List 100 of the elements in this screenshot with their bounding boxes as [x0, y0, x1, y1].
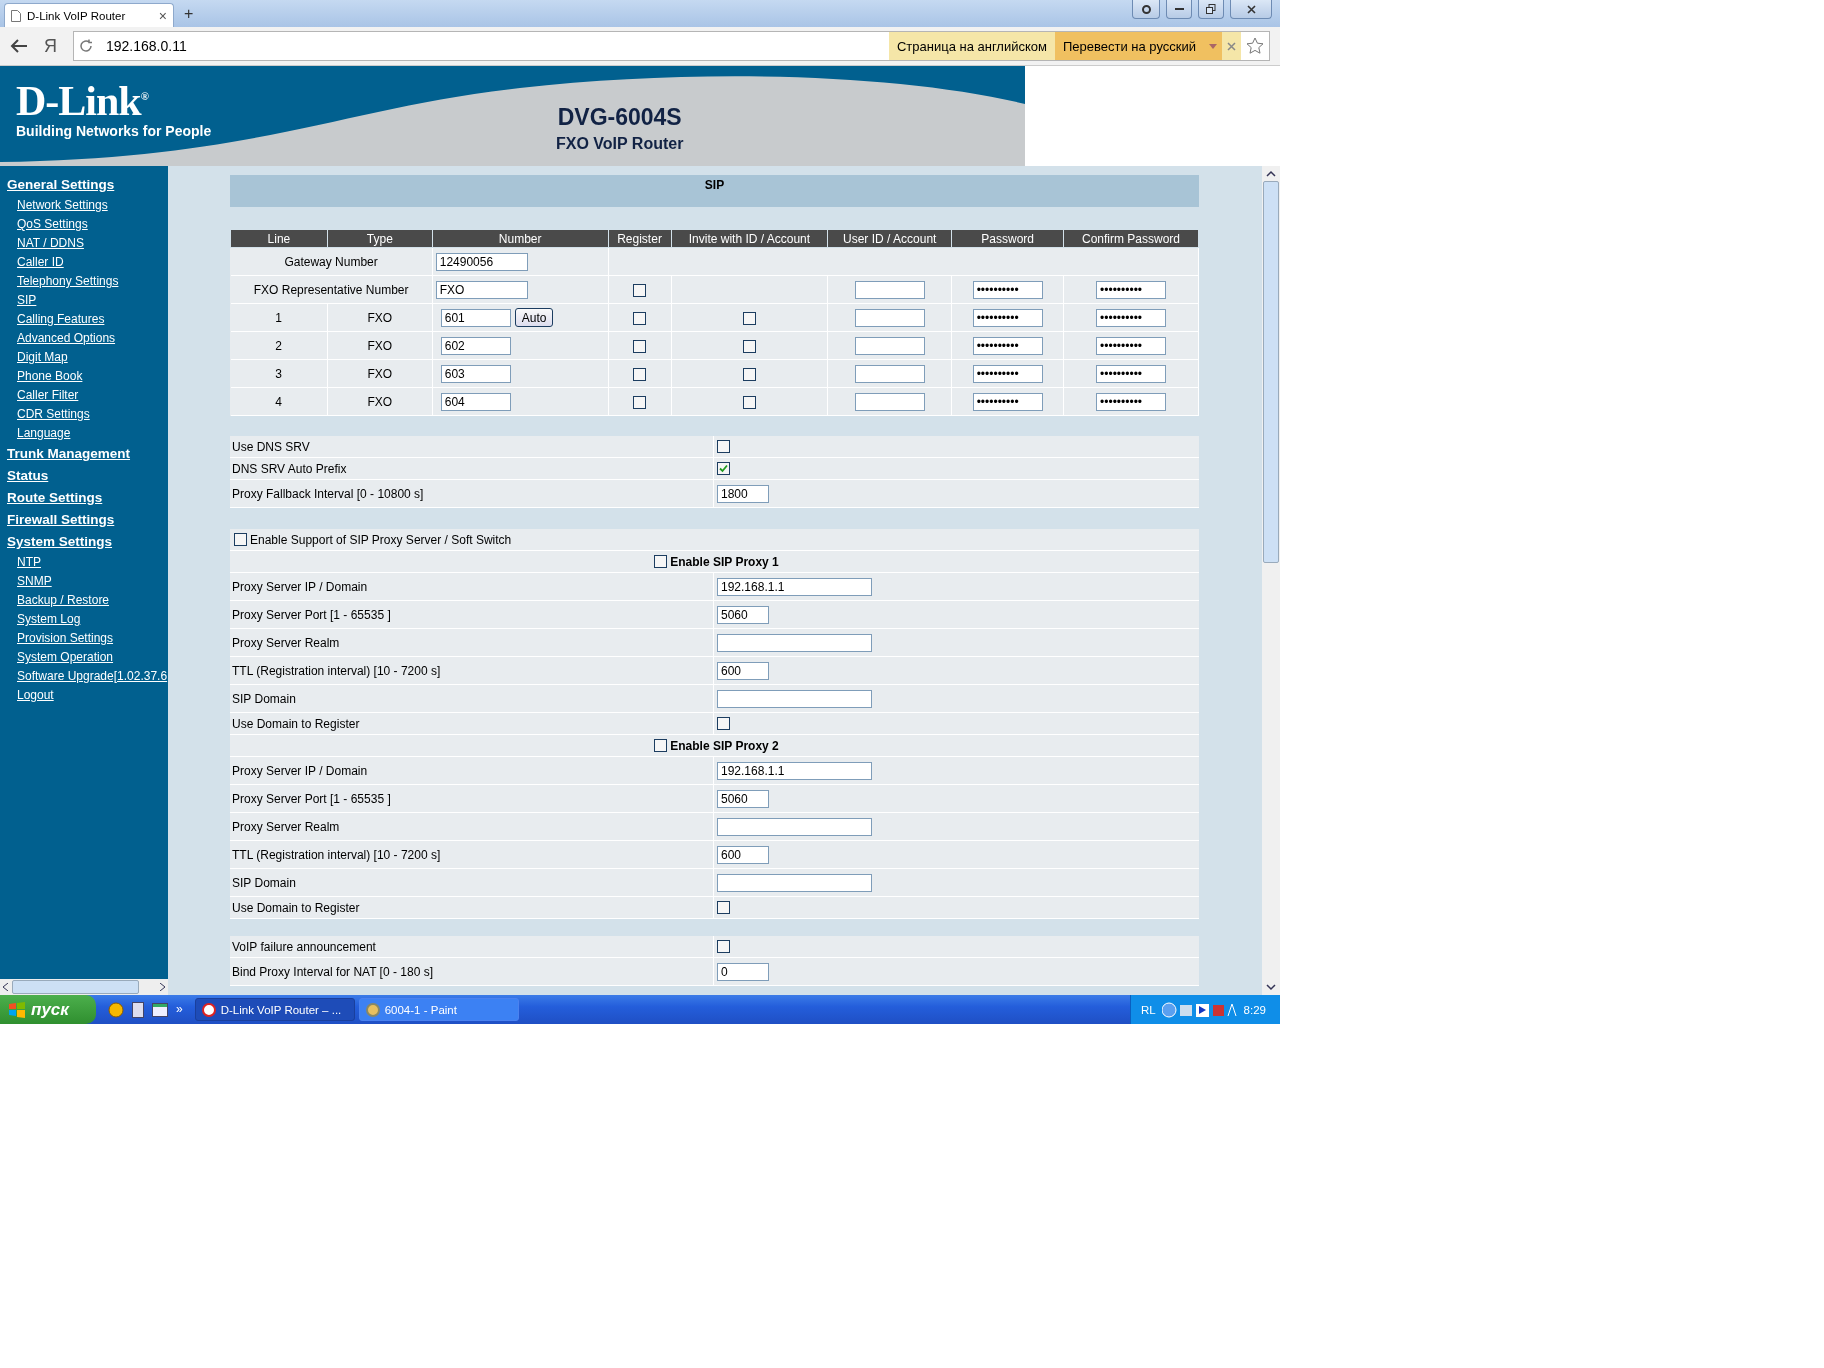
browser-tab[interactable]: D-Link VoIP Router ×: [4, 3, 174, 27]
sidebar-link[interactable]: System Log: [7, 610, 168, 629]
text-field[interactable]: ••••••••••: [972, 336, 1043, 355]
new-tab-button[interactable]: +: [174, 5, 204, 27]
sidebar-link[interactable]: Network Settings: [7, 196, 168, 215]
sidebar-link[interactable]: Phone Book: [7, 367, 168, 386]
sidebar-link[interactable]: Caller Filter: [7, 386, 168, 405]
document-icon[interactable]: [132, 1001, 144, 1018]
text-field[interactable]: 602: [440, 336, 511, 355]
text-field[interactable]: 600: [717, 661, 769, 680]
tray-icons-drawing[interactable]: [1161, 1001, 1238, 1018]
checkbox[interactable]: [742, 339, 756, 353]
text-field[interactable]: ••••••••••: [1096, 364, 1167, 383]
sidebar-link[interactable]: Provision Settings: [7, 629, 168, 648]
caret-icon[interactable]: [1204, 32, 1222, 60]
text-field[interactable]: ••••••••••: [1096, 392, 1167, 411]
sidebar-link[interactable]: CDR Settings: [7, 405, 168, 424]
sidebar-link[interactable]: Backup / Restore: [7, 591, 168, 610]
text-field[interactable]: [854, 392, 925, 411]
sidebar-link[interactable]: Calling Features: [7, 310, 168, 329]
sidebar-link[interactable]: Advanced Options: [7, 329, 168, 348]
taskbar-button[interactable]: D-Link VoIP Router – ...: [194, 998, 355, 1021]
taskbar-button[interactable]: 6004-1 - Paint: [358, 998, 519, 1021]
checkbox[interactable]: [633, 395, 647, 409]
text-field[interactable]: [717, 633, 872, 652]
browser-icon[interactable]: [108, 1001, 124, 1018]
text-field[interactable]: ••••••••••: [1096, 280, 1167, 299]
checkbox[interactable]: [717, 462, 730, 475]
sidebar-heading-link[interactable]: Trunk Management: [7, 443, 168, 465]
sidebar-heading-link[interactable]: Firewall Settings: [7, 509, 168, 531]
checkbox[interactable]: [717, 901, 730, 914]
language-indicator[interactable]: RL: [1140, 1003, 1156, 1016]
sidebar-link[interactable]: Software Upgrade[1.02.37.6: [7, 667, 168, 686]
checkbox[interactable]: [717, 440, 730, 453]
sidebar-link[interactable]: SNMP: [7, 572, 168, 591]
sidebar-link[interactable]: System Operation: [7, 648, 168, 667]
sidebar-link[interactable]: NAT / DDNS: [7, 234, 168, 253]
text-field[interactable]: ••••••••••: [1096, 336, 1167, 355]
text-field[interactable]: 600: [717, 845, 769, 864]
text-field[interactable]: 1800: [717, 484, 769, 503]
checkbox[interactable]: [633, 283, 647, 297]
text-field[interactable]: [854, 308, 925, 327]
text-field[interactable]: ••••••••••: [972, 364, 1043, 383]
close-button[interactable]: [1230, 0, 1272, 19]
text-field[interactable]: 603: [440, 364, 511, 383]
text-field[interactable]: 5060: [717, 605, 769, 624]
checkbox[interactable]: [633, 311, 647, 325]
checkbox[interactable]: [742, 395, 756, 409]
text-field[interactable]: 5060: [717, 789, 769, 808]
checkbox[interactable]: [742, 311, 756, 325]
vertical-scrollbar[interactable]: [1262, 166, 1280, 995]
text-field[interactable]: 0: [717, 962, 769, 981]
checkbox[interactable]: [633, 367, 647, 381]
sidebar-link[interactable]: Caller ID: [7, 253, 168, 272]
auto-button[interactable]: Auto: [514, 308, 554, 327]
text-field[interactable]: [717, 817, 872, 836]
text-field[interactable]: ••••••••••: [972, 308, 1043, 327]
sidebar-link[interactable]: NTP: [7, 553, 168, 572]
text-field[interactable]: 604: [440, 392, 511, 411]
text-field[interactable]: 192.168.1.1: [717, 577, 872, 596]
text-field[interactable]: 12490056: [435, 252, 528, 271]
close-tab-button[interactable]: ×: [158, 7, 167, 24]
sidebar-heading-link[interactable]: System Settings: [7, 531, 168, 553]
text-field[interactable]: ••••••••••: [972, 392, 1043, 411]
text-field[interactable]: [717, 689, 872, 708]
text-field[interactable]: [854, 336, 925, 355]
text-field[interactable]: [854, 280, 925, 299]
sidebar-link[interactable]: Digit Map: [7, 348, 168, 367]
back-arrow-icon[interactable]: [10, 39, 28, 53]
sidebar-heading-link[interactable]: Status: [7, 465, 168, 487]
text-field[interactable]: ••••••••••: [1096, 308, 1167, 327]
yandex-button[interactable]: Я: [36, 35, 65, 57]
minimize-button[interactable]: [1166, 0, 1192, 19]
checkbox[interactable]: [234, 533, 247, 546]
text-field[interactable]: ••••••••••: [972, 280, 1043, 299]
checkbox[interactable]: [742, 367, 756, 381]
text-field[interactable]: 192.168.1.1: [717, 761, 872, 780]
sidebar-link[interactable]: QoS Settings: [7, 215, 168, 234]
more-button[interactable]: »: [176, 1001, 183, 1016]
checkbox[interactable]: [654, 555, 668, 568]
settings-button[interactable]: [1132, 0, 1160, 19]
sidebar-link[interactable]: Telephony Settings: [7, 272, 168, 291]
sidebar-link[interactable]: SIP: [7, 291, 168, 310]
address-field[interactable]: 192.168.0.11 Страница на английском Перевести на русский: [73, 31, 1270, 61]
checkbox[interactable]: [633, 339, 647, 353]
translate-button[interactable]: Перевести на русский: [1054, 32, 1204, 60]
text-field[interactable]: 601: [440, 308, 511, 327]
text-field[interactable]: [717, 873, 872, 892]
text-field[interactable]: [854, 364, 925, 383]
restore-button[interactable]: [1198, 0, 1224, 19]
text-field[interactable]: FXO: [435, 280, 528, 299]
sidebar-link[interactable]: Language: [7, 424, 168, 443]
horizontal-scrollbar[interactable]: [0, 979, 168, 995]
checkbox[interactable]: [717, 717, 730, 730]
close-icon[interactable]: [1222, 32, 1241, 60]
checkbox[interactable]: [717, 940, 730, 953]
sidebar-heading-link[interactable]: General Settings: [7, 174, 168, 196]
sidebar-heading-link[interactable]: Route Settings: [7, 487, 168, 509]
sidebar-link[interactable]: Logout: [7, 686, 168, 705]
checkbox[interactable]: [654, 739, 668, 752]
